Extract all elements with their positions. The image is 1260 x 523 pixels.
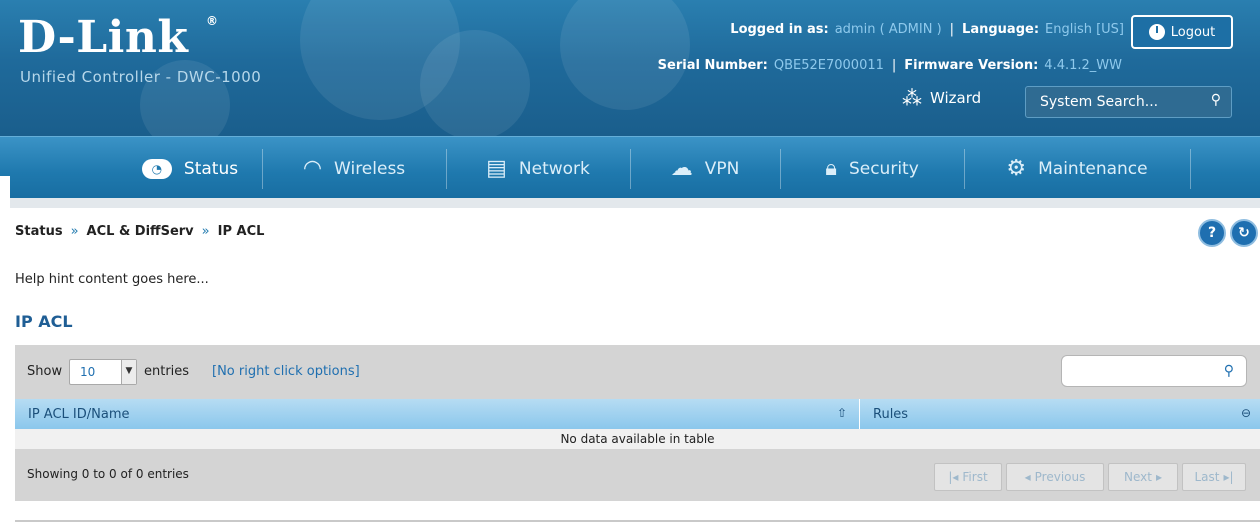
last-label: Last [1194,470,1220,484]
serial-label: Serial Number: [657,58,768,73]
nav-label: Maintenance [1038,159,1148,179]
question-icon: ? [1207,225,1217,241]
page-title: IP ACL [15,312,73,331]
table-search-input[interactable]: ⚲ [1061,355,1247,387]
magic-wand-icon: ⁂ [902,86,922,110]
refresh-button[interactable]: ↻ [1230,219,1258,247]
breadcrumb-item[interactable]: ACL & DiffServ [87,224,194,239]
system-search-placeholder: System Search... [1040,94,1159,110]
nav-label: Wireless [334,159,406,179]
breadcrumb-separator: » [201,224,210,239]
system-search-input[interactable]: System Search... ⚲ [1025,86,1232,118]
show-label: Show [27,364,63,379]
dashboard-icon: ◔ [141,159,172,179]
language-label: Language: [962,22,1040,37]
header-decoration [420,30,530,136]
nav-item-security[interactable]: 🔒︎ Security [782,137,962,201]
help-hint: Help hint content goes here... [15,272,209,287]
language-value[interactable]: English [US] [1045,22,1124,37]
nav-bottom-strip [0,198,1260,208]
search-icon[interactable]: ⚲ [1211,92,1221,108]
help-button[interactable]: ? [1198,219,1226,247]
nav-divider [446,149,447,189]
entries-label: entries [144,364,190,379]
vpn-cloud-icon: ☁ [670,156,693,181]
first-label: First [962,470,988,484]
lock-icon: 🔒︎ [825,156,837,181]
breadcrumb-item[interactable]: Status [15,224,63,239]
nav-label: Network [518,159,590,179]
nav-item-vpn[interactable]: ☁ VPN [632,137,778,201]
nav-label: Status [183,159,239,179]
last-icon: ▸| [1223,470,1234,484]
logged-in-user: admin ( ADMIN ) [834,22,942,37]
nav-left-edge [0,176,10,208]
logout-button[interactable]: Logout [1131,15,1233,49]
nav-divider [262,149,263,189]
first-page-button[interactable]: |◂ First [934,463,1002,491]
content-bottom-border [15,520,1260,522]
product-name: Unified Controller - DWC-1000 [20,68,262,86]
nav-label: Security [848,159,919,179]
next-icon: ▸ [1155,470,1162,484]
previous-icon: ◂ [1024,470,1031,484]
nav-divider [780,149,781,189]
nav-item-wireless[interactable]: ◠ Wireless [264,137,444,201]
header-decoration [560,0,690,110]
dlink-logo: D-Link [18,12,189,63]
logged-in-label: Logged in as: [730,22,829,37]
wifi-icon: ◠ [302,156,323,181]
power-icon [1148,24,1165,40]
breadcrumb-item: IP ACL [217,224,265,239]
search-icon[interactable]: ⚲ [1224,363,1234,379]
table-info: Showing 0 to 0 of 0 entries [27,467,189,481]
sort-asc-icon[interactable]: ⇧ [837,406,847,420]
network-icon: ▤ [486,156,507,181]
column-header-rules[interactable]: Rules [873,407,908,422]
nav-divider [1190,149,1191,189]
table-header: IP ACL ID/Name ⇧ Rules ⊖ [15,399,1260,429]
page-length-value: 10 [80,365,96,379]
first-icon: |◂ [948,470,959,484]
breadcrumb: Status » ACL & DiffServ » IP ACL [15,224,264,239]
firmware-value: 4.4.1.2_WW [1044,58,1122,73]
serial-value: QBE52E7000011 [773,58,884,73]
table-footer: Showing 0 to 0 of 0 entries |◂ First ◂ Pre… [15,449,1260,501]
nav-divider [630,149,631,189]
firmware-label: Firmware Version: [904,58,1039,73]
refresh-icon: ↻ [1238,225,1250,241]
login-info-row: Logged in as: admin ( ADMIN ) | Language… [730,22,1124,37]
table-empty-row: No data available in table [15,429,1260,449]
device-info-row: Serial Number: QBE52E7000011 | Firmware … [658,58,1122,73]
nav-item-status[interactable]: ◔ Status [120,137,260,201]
registered-mark: ® [206,14,218,28]
nav-item-maintenance[interactable]: ⚙ Maintenance [966,137,1188,201]
chevron-down-icon[interactable]: ▼ [121,360,136,384]
sort-both-icon[interactable]: ⊖ [1241,406,1251,420]
page-length-select[interactable]: 10 ▼ [69,359,137,385]
table-toolbar: Show 10 ▼ entries [No right click option… [15,345,1260,399]
previous-page-button[interactable]: ◂ Previous [1006,463,1104,491]
next-page-button[interactable]: Next ▸ [1108,463,1178,491]
ip-acl-table: Show 10 ▼ entries [No right click option… [15,345,1260,520]
wizard-link[interactable]: ⁂ Wizard [902,86,981,110]
column-divider [859,399,860,429]
gears-icon: ⚙ [1006,156,1027,181]
breadcrumb-separator: » [70,224,79,239]
nav-divider [964,149,965,189]
nav-item-network[interactable]: ▤ Network [448,137,628,201]
previous-label: Previous [1034,470,1086,484]
header-separator: | [891,58,897,73]
last-page-button[interactable]: Last ▸| [1182,463,1246,491]
wizard-label: Wizard [930,89,982,107]
column-header-name[interactable]: IP ACL ID/Name [28,407,130,422]
next-label: Next [1124,470,1152,484]
main-nav: ◔ Status ◠ Wireless ▤ Network ☁ VPN 🔒︎ S… [0,136,1260,202]
logout-label: Logout [1170,24,1216,40]
nav-label: VPN [704,159,740,179]
right-click-note: [No right click options] [212,364,360,379]
app-header: D-Link ® Unified Controller - DWC-1000 L… [0,0,1260,136]
header-separator: | [949,22,955,37]
